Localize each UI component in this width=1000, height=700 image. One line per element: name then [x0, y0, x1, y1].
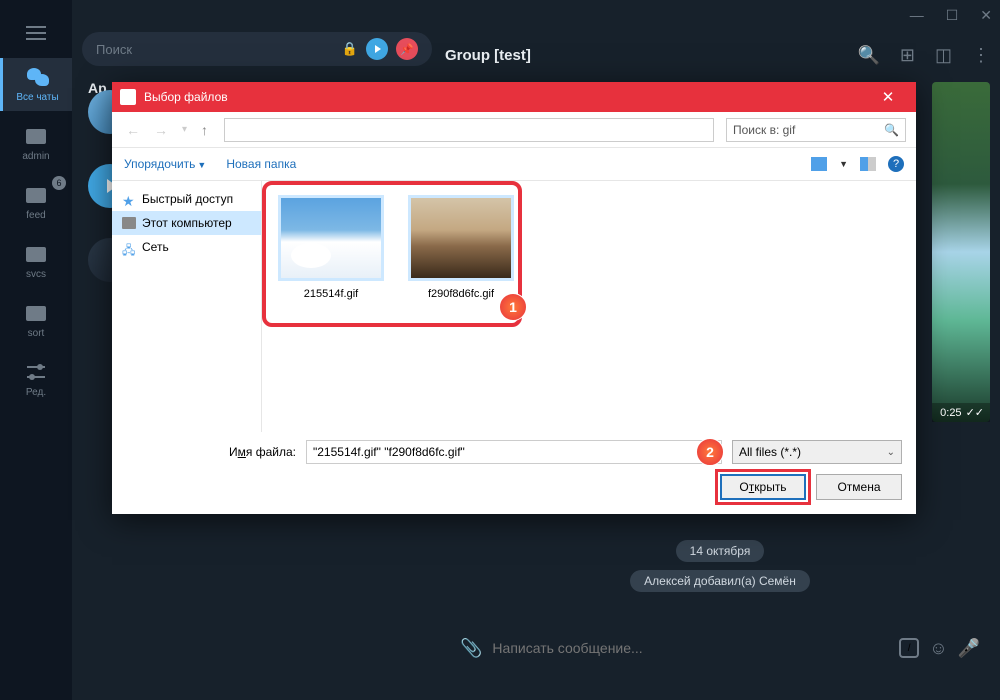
- nav-history-icon[interactable]: ▾: [178, 124, 191, 135]
- date-separator: 14 октября: [676, 540, 765, 562]
- file-item[interactable]: f290f8d6fc.gif: [406, 195, 516, 300]
- file-name: 215514f.gif: [276, 288, 386, 300]
- sliders-icon: [27, 366, 45, 378]
- close-button[interactable]: ✕: [980, 7, 992, 24]
- filename-input[interactable]: [306, 440, 722, 464]
- file-area[interactable]: 215514f.gif f290f8d6fc.gif 1: [262, 181, 916, 432]
- sidebar-item-edit[interactable]: Ред.: [0, 353, 72, 406]
- tree-this-pc[interactable]: Этот компьютер: [112, 211, 261, 235]
- minimize-button[interactable]: —: [910, 7, 924, 23]
- chevron-down-icon: ⌄: [887, 447, 895, 458]
- search-bar[interactable]: Поиск 🔒 📌: [82, 32, 432, 66]
- search-icon: 🔍: [884, 123, 899, 137]
- file-open-dialog: Выбор файлов ✕ ← → ▾ ↑ Поиск в: gif 🔍 Уп…: [112, 82, 916, 514]
- sidebar-label: sort: [28, 328, 45, 339]
- sidebar-item-sort[interactable]: sort: [0, 294, 72, 347]
- attach-icon[interactable]: 📎: [460, 638, 482, 659]
- filetype-filter[interactable]: All files (*.*) ⌄: [732, 440, 902, 464]
- folder-search-placeholder: Поиск в: gif: [733, 123, 795, 137]
- new-folder-button[interactable]: Новая папка: [226, 157, 296, 171]
- chat-title[interactable]: Group [test]: [445, 47, 531, 64]
- video-thumbnail[interactable]: 0:25 ✓✓: [932, 82, 990, 422]
- nav-forward-icon: →: [150, 122, 172, 138]
- hamburger-icon: [26, 26, 46, 40]
- chat-header: Group [test] 🔍 ⊞ ◫ ⋮: [445, 30, 990, 80]
- telegram-icon[interactable]: [366, 38, 388, 60]
- search-placeholder: Поиск: [96, 42, 132, 57]
- apps-icon[interactable]: ⊞: [900, 45, 915, 66]
- lock-icon: 🔒: [342, 41, 358, 57]
- filename-label: Имя файла:: [126, 445, 296, 459]
- menu-button[interactable]: [0, 14, 72, 52]
- dialog-close-button[interactable]: ✕: [868, 88, 908, 106]
- preview-icon[interactable]: [860, 157, 876, 171]
- network-icon: 🖧: [122, 241, 136, 253]
- callout-1: 1: [499, 293, 527, 321]
- system-messages: 14 октября Алексей добавил(а) Семён: [450, 540, 990, 592]
- path-input[interactable]: [224, 118, 714, 142]
- monitor-icon: [122, 217, 136, 229]
- compose-input[interactable]: [492, 640, 889, 656]
- maximize-button[interactable]: ☐: [946, 7, 959, 24]
- sidepanel-icon[interactable]: ◫: [935, 45, 952, 66]
- open-button[interactable]: Открыть: [720, 474, 806, 500]
- folder-icon: [26, 247, 46, 262]
- view-icon[interactable]: [811, 157, 827, 171]
- sidebar-item-admin[interactable]: admin: [0, 117, 72, 170]
- star-icon: ★: [122, 193, 136, 205]
- compose-bar: 📎 / ☺ 🎤: [450, 626, 990, 670]
- emoji-icon[interactable]: ☺: [929, 638, 947, 659]
- dialog-nav: ← → ▾ ↑ Поиск в: gif 🔍: [112, 112, 916, 148]
- sidebar-label: admin: [22, 151, 49, 162]
- sidebar-label: Все чаты: [16, 92, 58, 103]
- sidebar-label: svcs: [26, 269, 46, 280]
- sidebar-label: feed: [26, 210, 45, 221]
- file-item[interactable]: 215514f.gif: [276, 195, 386, 300]
- callout-2: 2: [696, 438, 724, 466]
- tree-quick-access[interactable]: ★ Быстрый доступ: [112, 187, 261, 211]
- nav-tree: ★ Быстрый доступ Этот компьютер 🖧 Сеть: [112, 181, 262, 432]
- folder-icon: [26, 306, 46, 321]
- organize-menu[interactable]: Упорядочить▼: [124, 157, 206, 171]
- window-controls: — ☐ ✕: [0, 0, 1000, 30]
- notification-icon[interactable]: 📌: [396, 38, 418, 60]
- folder-icon: [26, 129, 46, 144]
- nav-up-icon[interactable]: ↑: [197, 122, 212, 138]
- nav-back-icon[interactable]: ←: [122, 122, 144, 138]
- unread-badge: 6: [52, 176, 66, 190]
- kebab-icon[interactable]: ⋮: [972, 45, 990, 66]
- video-duration: 0:25: [940, 407, 961, 419]
- dialog-title: Выбор файлов: [144, 90, 228, 104]
- chats-icon: [27, 68, 49, 86]
- sidebar: Все чаты admin 6 feed svcs sort Ред.: [0, 0, 72, 700]
- chevron-down-icon[interactable]: ▼: [839, 159, 848, 169]
- sidebar-item-feed[interactable]: 6 feed: [0, 176, 72, 229]
- dialog-toolbar: Упорядочить▼ Новая папка ▼ ?: [112, 148, 916, 180]
- dialog-footer: Имя файла: All files (*.*) ⌄ 2 Открыть О…: [112, 432, 916, 514]
- folder-icon: [26, 188, 46, 203]
- sticker-icon[interactable]: /: [899, 638, 919, 658]
- file-name: f290f8d6fc.gif: [406, 288, 516, 300]
- dialog-titlebar: Выбор файлов ✕: [112, 82, 916, 112]
- search-icon[interactable]: 🔍: [857, 45, 879, 66]
- folder-search[interactable]: Поиск в: gif 🔍: [726, 118, 906, 142]
- sidebar-label: Ред.: [26, 387, 46, 398]
- voice-icon[interactable]: 🎤: [958, 638, 980, 659]
- cancel-button[interactable]: Отмена: [816, 474, 902, 500]
- thumbnail-image: [411, 198, 511, 278]
- join-message: Алексей добавил(а) Семён: [630, 570, 810, 592]
- help-icon[interactable]: ?: [888, 156, 904, 172]
- sidebar-item-svcs[interactable]: svcs: [0, 235, 72, 288]
- sidebar-item-all-chats[interactable]: Все чаты: [0, 58, 72, 111]
- tree-network[interactable]: 🖧 Сеть: [112, 235, 261, 259]
- app-icon: [120, 89, 136, 105]
- thumbnail-image: [281, 198, 381, 278]
- read-checks-icon: ✓✓: [966, 406, 984, 419]
